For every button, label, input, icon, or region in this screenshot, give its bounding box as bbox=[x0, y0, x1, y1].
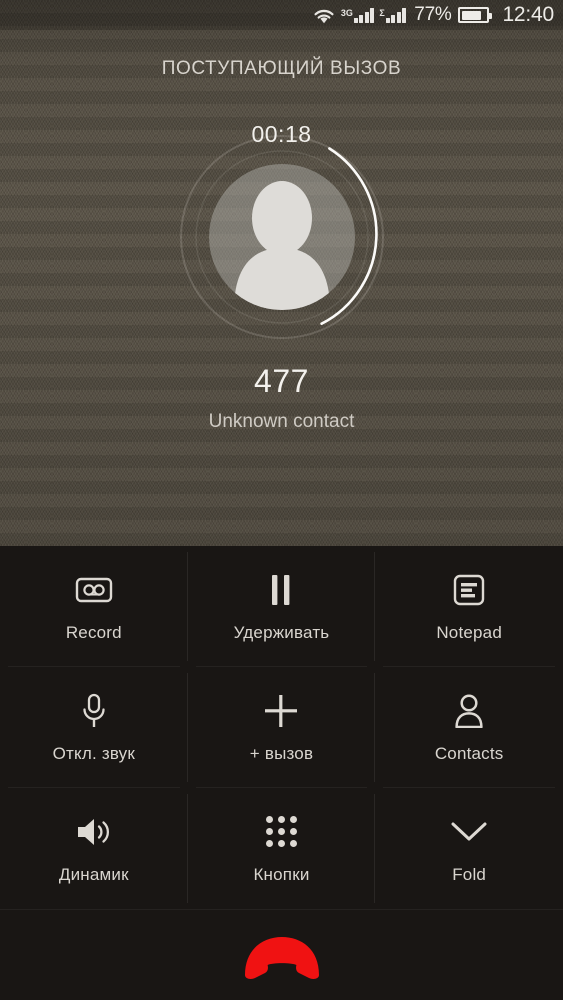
microphone-mute-icon bbox=[80, 692, 108, 730]
action-label-mute: Откл. звук bbox=[52, 743, 136, 763]
action-label-speaker: Динамик bbox=[58, 864, 129, 884]
call-progress-ring bbox=[178, 133, 386, 341]
status-bar: 3G Σ 77% 12:40 bbox=[0, 0, 563, 30]
sim2-signal: Σ bbox=[379, 7, 407, 23]
action-button-add-call[interactable]: + вызов bbox=[188, 667, 376, 788]
grid-bottom-divider bbox=[0, 909, 563, 910]
wifi-icon bbox=[312, 5, 336, 25]
chevron-down-icon bbox=[450, 813, 488, 851]
action-label-hold: Удерживать bbox=[233, 622, 330, 642]
action-label-record: Record bbox=[65, 622, 122, 642]
sim2-icon: Σ bbox=[379, 7, 385, 18]
call-actions-grid: Record Удерживать Notepad Откл. звук + в… bbox=[0, 546, 563, 909]
battery-icon bbox=[458, 7, 493, 23]
person-avatar-icon bbox=[234, 181, 330, 310]
signal-bars-icon bbox=[353, 7, 375, 23]
action-button-fold[interactable]: Fold bbox=[375, 788, 563, 909]
action-label-fold: Fold bbox=[452, 864, 487, 884]
plus-add-call-icon bbox=[264, 692, 298, 730]
sim1-signal: 3G bbox=[340, 7, 375, 23]
action-button-contacts[interactable]: Contacts bbox=[375, 667, 563, 788]
end-call-button[interactable] bbox=[0, 916, 563, 1000]
action-button-dialpad[interactable]: Кнопки bbox=[188, 788, 376, 909]
call-number: 477 bbox=[254, 363, 309, 399]
call-duration: 00:18 bbox=[251, 121, 312, 147]
speaker-icon bbox=[75, 813, 113, 851]
action-label-notepad: Notepad bbox=[436, 622, 502, 642]
action-label-add-call: + вызов bbox=[249, 743, 314, 763]
dialpad-icon bbox=[265, 813, 297, 851]
signal-bars-icon-2 bbox=[385, 7, 407, 23]
network-type-label: 3G bbox=[340, 7, 353, 18]
action-button-speaker[interactable]: Динамик bbox=[0, 788, 188, 909]
action-label-contacts: Contacts bbox=[434, 743, 504, 763]
call-screen: 3G Σ 77% 12:40 ПОСТУПАЮЩИЙ ВЫЗОВ 00:18 4… bbox=[0, 0, 563, 1000]
battery-percent-label: 77% bbox=[414, 4, 452, 25]
avatar bbox=[209, 164, 355, 310]
notepad-icon bbox=[453, 571, 485, 609]
action-label-dialpad: Кнопки bbox=[253, 864, 310, 884]
contact-name: Unknown contact bbox=[208, 411, 355, 432]
call-state-title: ПОСТУПАЮЩИЙ ВЫЗОВ bbox=[161, 58, 402, 79]
clock-label: 12:40 bbox=[502, 3, 554, 26]
cassette-record-icon bbox=[75, 571, 113, 609]
action-button-notepad[interactable]: Notepad bbox=[375, 546, 563, 667]
pause-hold-icon bbox=[268, 571, 294, 609]
action-button-record[interactable]: Record bbox=[0, 546, 188, 667]
person-contacts-icon bbox=[453, 692, 485, 730]
end-call-handset-icon bbox=[244, 937, 319, 979]
action-button-hold[interactable]: Удерживать bbox=[188, 546, 376, 667]
action-button-mute[interactable]: Откл. звук bbox=[0, 667, 188, 788]
